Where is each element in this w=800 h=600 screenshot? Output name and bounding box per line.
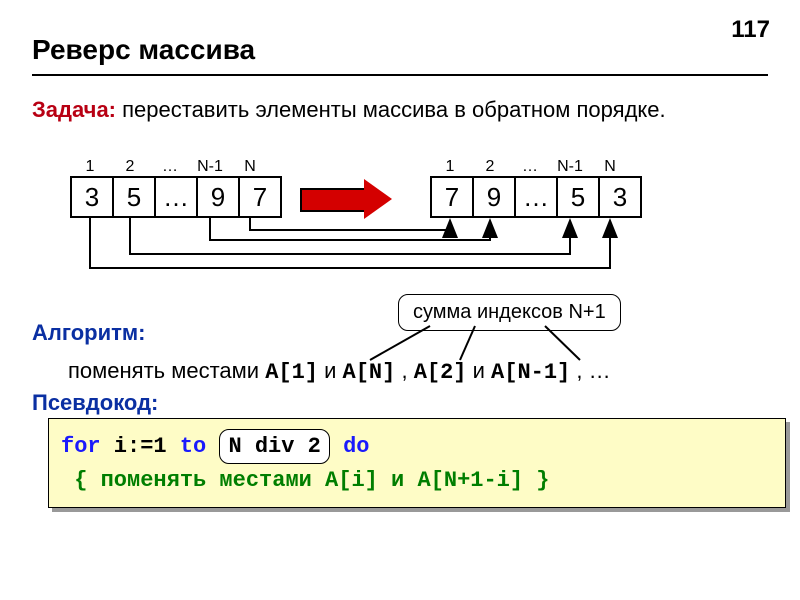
array-after: 1 2 … N-1 N 7 9 … 5 3 [430, 158, 642, 218]
idx: 1 [70, 158, 110, 176]
idx: N [590, 158, 630, 176]
algo-label: Алгоритм: [32, 320, 146, 346]
algo-tail: , … [576, 358, 610, 383]
algo-an: A[N] [343, 360, 396, 385]
cell: … [156, 178, 198, 216]
algo-and: и [473, 358, 491, 383]
idx: … [150, 158, 190, 176]
page-title: Реверс массива [32, 34, 255, 66]
cell: 9 [198, 178, 240, 216]
pseudo-label: Псевдокод: [32, 390, 158, 416]
task-text: переставить элементы массива в обратном … [116, 97, 666, 122]
swap-arrows [70, 218, 730, 288]
algo-and: и [324, 358, 342, 383]
algo-an1: A[N-1] [491, 360, 570, 385]
cell: 3 [72, 178, 114, 216]
algo-a2: A[2] [414, 360, 467, 385]
cell: 3 [600, 178, 640, 216]
page-number: 117 [731, 16, 770, 44]
array-before: 1 2 … N-1 N 3 5 … 9 7 [70, 158, 282, 218]
cell: … [516, 178, 558, 216]
idx: N-1 [550, 158, 590, 176]
idx: 2 [110, 158, 150, 176]
task-statement: Задача: переставить элементы массива в о… [32, 96, 732, 125]
cell: 5 [558, 178, 600, 216]
algo-prefix: поменять местами [68, 358, 265, 383]
cell: 9 [474, 178, 516, 216]
idx: … [510, 158, 550, 176]
idx: N [230, 158, 270, 176]
kw-do: do [343, 434, 369, 459]
algo-text: поменять местами A[1] и A[N] , A[2] и A[… [68, 358, 611, 385]
cell: 7 [240, 178, 280, 216]
algo-a1: A[1] [265, 360, 318, 385]
idx: 1 [430, 158, 470, 176]
kw-for: for [61, 434, 101, 459]
idx: 2 [470, 158, 510, 176]
code-block: for i:=1 to N div 2 do { поменять местам… [48, 418, 786, 508]
code-iexpr: i:=1 [101, 434, 180, 459]
cell: 5 [114, 178, 156, 216]
task-label: Задача: [32, 97, 116, 122]
kw-to: to [180, 434, 206, 459]
idx: N-1 [190, 158, 230, 176]
divider [32, 74, 768, 76]
algo-comma: , [401, 358, 413, 383]
code-highlight: N div 2 [219, 429, 329, 464]
arrow-icon [300, 179, 410, 219]
cell: 7 [432, 178, 474, 216]
code-comment: { поменять местами A[i] и A[N+1-i] } [74, 468, 549, 493]
code-line-1: for i:=1 to N div 2 do [61, 429, 773, 464]
code-line-2: { поменять местами A[i] и A[N+1-i] } [61, 464, 773, 497]
array-diagram: 1 2 … N-1 N 3 5 … 9 7 1 2 … N-1 N 7 9 … [70, 158, 730, 278]
